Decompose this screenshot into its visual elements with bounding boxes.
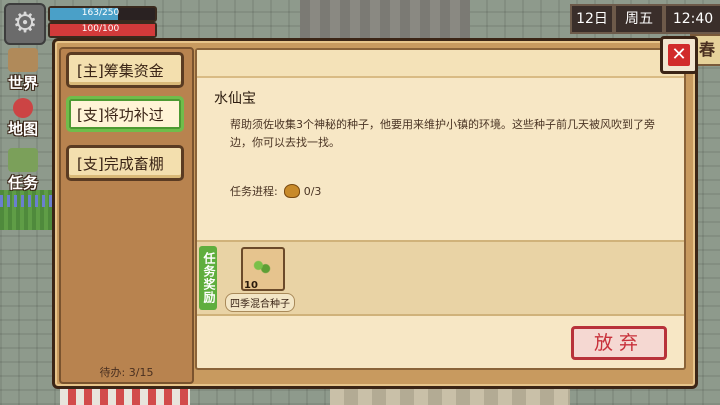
- energy-bar: 100/100: [48, 22, 157, 38]
- nav-world-button[interactable]: 世界: [0, 48, 46, 93]
- close-button[interactable]: ✕: [660, 36, 698, 74]
- quest-tab-label: [支]完成畜棚: [77, 155, 164, 173]
- pending-count: 待办: 3/15: [99, 366, 154, 379]
- date-weekday: 周五: [614, 4, 664, 34]
- task-icon: [8, 148, 38, 172]
- map-pin-icon: [13, 98, 33, 118]
- nav-world-label: 世界: [7, 74, 38, 92]
- road: [300, 0, 470, 40]
- date-day: 12日: [570, 4, 614, 34]
- detail-header-strip: [197, 50, 684, 78]
- close-icon: ✕: [668, 44, 690, 66]
- energy-text: 100/100: [81, 24, 120, 34]
- reward-name: 四季混合种子: [225, 293, 295, 312]
- quest-title: 水仙宝: [214, 91, 256, 107]
- seed-icon: [283, 184, 300, 198]
- seed-packet-icon: [253, 259, 271, 275]
- progress-label: 任务进程:: [230, 185, 278, 198]
- reward-section: 任务奖励 10 四季混合种子: [197, 240, 684, 316]
- clock-time: 12:40: [664, 4, 720, 34]
- reward-item-slot[interactable]: 10: [241, 247, 285, 291]
- nav-task-label: 任务: [7, 174, 38, 192]
- quest-list-panel: [主]筹集资金 [支]将功补过 [支]完成畜棚 待办: 3/15: [59, 47, 194, 384]
- quest-tab-label: [主]筹集资金: [77, 62, 164, 80]
- health-text: 163/250: [81, 8, 120, 18]
- quest-progress: 任务进程: 0/3: [230, 183, 321, 199]
- quest-tab-finish-barn[interactable]: [支]完成畜棚: [66, 145, 184, 181]
- nav-map-label: 地图: [7, 120, 38, 138]
- reward-label: 任务奖励: [199, 246, 217, 310]
- quest-detail-panel: 水仙宝 帮助须佐收集3个神秘的种子，他要用来维护小镇的环境。这些种子前几天被风吹…: [195, 48, 686, 370]
- progress-value: 0/3: [303, 184, 322, 198]
- reward-quantity: 10: [244, 280, 258, 291]
- abandon-button[interactable]: 放弃: [571, 326, 667, 360]
- health-bar: 163/250: [48, 6, 157, 22]
- world-icon: [8, 48, 38, 72]
- settings-gear-icon[interactable]: ⚙: [4, 3, 46, 45]
- quest-tab-main-funds[interactable]: [主]筹集资金: [66, 52, 184, 88]
- quest-tab-label: [支]将功补过: [77, 106, 164, 124]
- nav-task-button[interactable]: 任务: [0, 148, 46, 193]
- nav-map-button[interactable]: 地图: [0, 98, 46, 139]
- flower-bed: [0, 195, 55, 207]
- quest-description: 帮助须佐收集3个神秘的种子，他要用来维护小镇的环境。这些种子前几天被风吹到了旁边…: [230, 118, 655, 149]
- quest-tab-make-amends[interactable]: [支]将功补过: [66, 96, 184, 132]
